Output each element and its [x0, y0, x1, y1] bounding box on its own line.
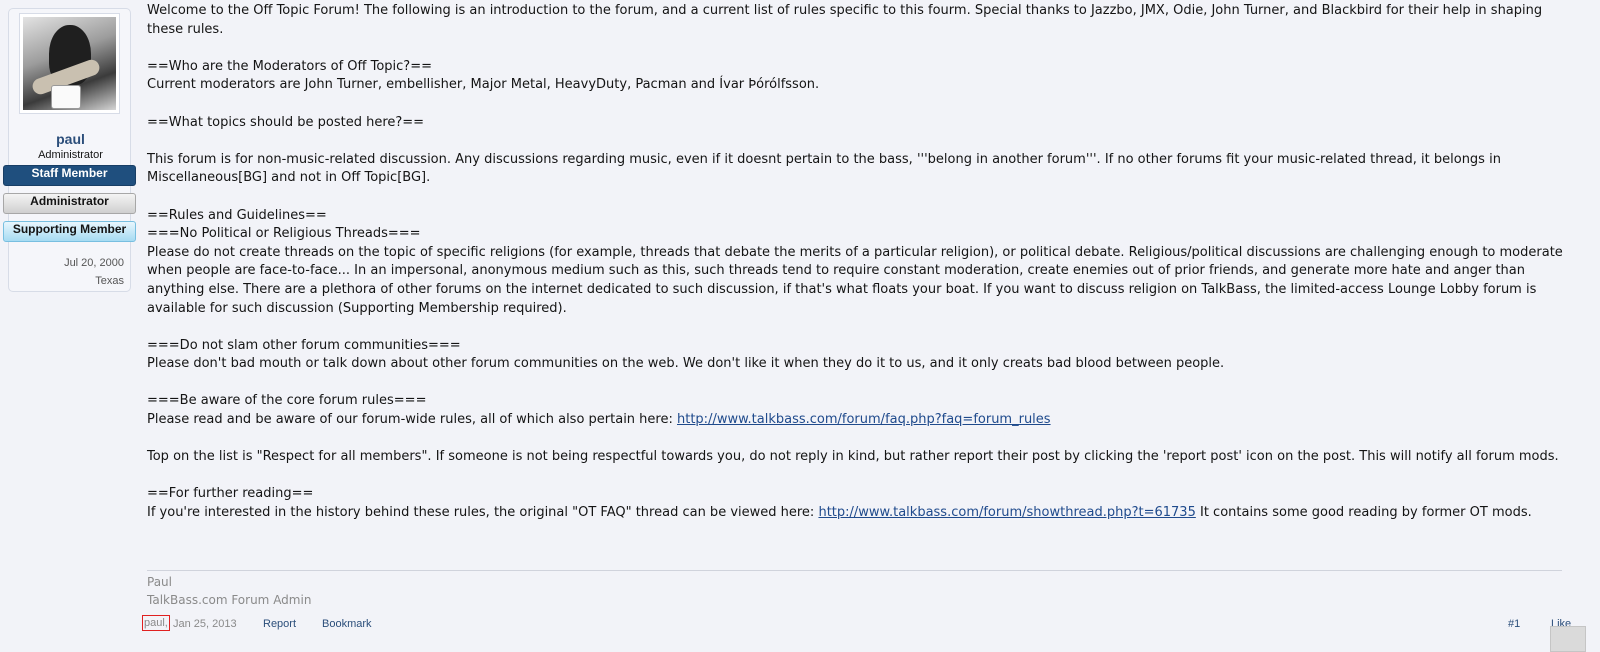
join-date: Jul 20, 2000: [64, 257, 124, 269]
post-number-link[interactable]: #1: [1508, 618, 1520, 630]
avatar[interactable]: [19, 13, 120, 114]
moderators-text: Current moderators are John Turner, embe…: [147, 77, 820, 93]
topics-heading-paragraph: ==What topics should be posted here?==: [147, 114, 1567, 133]
core-rules-text: Please read and be aware of our forum-wi…: [147, 412, 677, 428]
respect-paragraph: Top on the list is "Respect for all memb…: [147, 448, 1567, 467]
signature-title: TalkBass.com Forum Admin: [147, 593, 312, 607]
bookmark-link[interactable]: Bookmark: [322, 618, 372, 630]
topics-text: This forum is for non-music-related disc…: [147, 151, 1501, 186]
post-message: Welcome to the Off Topic Forum! The foll…: [147, 2, 1567, 541]
respect-text: Top on the list is "Respect for all memb…: [147, 449, 1559, 465]
administrator-banner: Administrator: [3, 193, 136, 214]
user-title: Administrator: [38, 149, 103, 161]
staff-member-banner: Staff Member: [3, 165, 136, 186]
user-info-panel: paul Administrator Staff Member Administ…: [3, 8, 136, 292]
scroll-to-top-button[interactable]: [1550, 626, 1586, 652]
intro-text: Welcome to the Off Topic Forum! The foll…: [147, 3, 1543, 37]
rules-section: ==Rules and Guidelines== ===No Political…: [147, 207, 1567, 319]
further-reading-section: ==For further reading== If you're intere…: [147, 485, 1567, 522]
report-link[interactable]: Report: [263, 618, 296, 630]
political-text: Please do not create threads on the topi…: [147, 244, 1563, 316]
slam-section: ===Do not slam other forum communities==…: [147, 337, 1567, 374]
core-rules-heading: ===Be aware of the core forum rules===: [147, 393, 427, 409]
core-rules-section: ===Be aware of the core forum rules=== P…: [147, 392, 1567, 429]
further-text-after: It contains some good reading by former …: [1195, 505, 1532, 521]
slam-text: Please don't bad mouth or talk down abou…: [147, 356, 1225, 372]
signature-divider: [147, 570, 1562, 571]
political-heading: ===No Political or Religious Threads===: [147, 226, 421, 242]
username-link[interactable]: paul: [9, 131, 132, 147]
slam-heading: ===Do not slam other forum communities==…: [147, 337, 461, 353]
user-location: Texas: [95, 275, 124, 287]
post-date[interactable]: Jan 25, 2013: [173, 618, 237, 630]
forum-rules-link[interactable]: http://www.talkbass.com/forum/faq.php?fa…: [677, 412, 1051, 427]
avatar-bucket: [51, 85, 81, 109]
moderators-heading: ==Who are the Moderators of Off Topic?==: [147, 58, 432, 74]
post-author-link[interactable]: paul,: [142, 615, 170, 631]
intro-paragraph: Welcome to the Off Topic Forum! The foll…: [147, 2, 1567, 39]
topics-heading: ==What topics should be posted here?==: [147, 114, 425, 130]
signature-name: Paul: [147, 575, 172, 589]
moderators-section: ==Who are the Moderators of Off Topic?==…: [147, 58, 1567, 95]
ot-faq-link[interactable]: http://www.talkbass.com/forum/showthread…: [818, 505, 1195, 520]
rules-heading: ==Rules and Guidelines==: [147, 207, 327, 223]
topics-paragraph: This forum is for non-music-related disc…: [147, 151, 1567, 188]
further-text-before: If you're interested in the history behi…: [147, 505, 819, 521]
further-heading: ==For further reading==: [147, 486, 314, 502]
supporting-member-banner: Supporting Member: [3, 221, 136, 242]
avatar-image: [23, 17, 116, 110]
